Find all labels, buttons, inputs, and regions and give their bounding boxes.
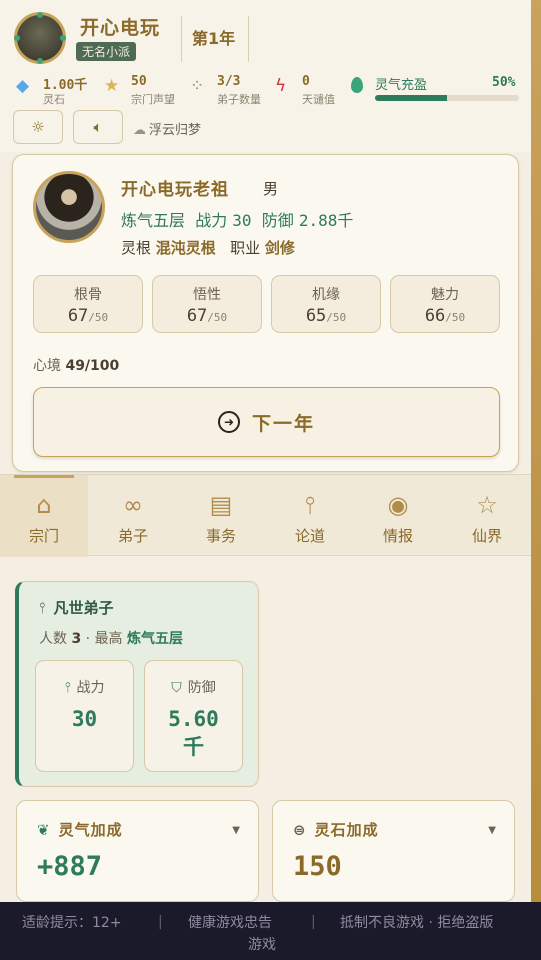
caret-down-icon: ▼ (488, 825, 496, 836)
temple-icon: ⌂ (36, 491, 52, 519)
next-year-button[interactable]: ➜ 下一年 (33, 387, 500, 457)
health-notice-footer: 适龄提示：12+ | 健康游戏忠告 游戏 | 抵制不良游戏 · 拒绝盗版 (0, 902, 541, 960)
disciples-summary: 人数 3 · 最高 炼气五层 (39, 631, 184, 647)
mortal-disciples-panel[interactable]: ⫯ 凡世弟子 人数 3 · 最高 炼气五层 ⫯ 战力 30 ⛉ 防御 5.60 千 (15, 581, 259, 787)
health-notice-text: 健康游戏忠告 (188, 915, 272, 931)
brightness-button[interactable]: ☼ (13, 110, 63, 144)
music-track[interactable]: ☁ 浮云归梦 (133, 119, 201, 138)
anti-piracy-text: 抵制不良游戏 · 拒绝盗版 (340, 915, 494, 931)
star-icon: ★ (104, 76, 120, 96)
gem-icon: ◆ (16, 76, 30, 96)
tab-immortal-realm[interactable]: ☆ 仙界 (443, 475, 531, 557)
stone-bonus-value: 150 (293, 851, 342, 882)
sect-header: 开心电玩 无名小派 第1年 ◆ 1.00千 灵石 ★ 50 宗门声望 ⁘ 3/3… (0, 0, 531, 152)
mood-value: 心境 49/100 (33, 358, 120, 374)
sect-rank-badge: 无名小派 (76, 42, 137, 61)
speaker-icon: 🔈︎ (93, 118, 103, 136)
disciples-defense-box: ⛉ 防御 5.60 千 (144, 660, 243, 772)
caret-down-icon: ▼ (232, 825, 240, 836)
founder-gender: 男 (263, 180, 279, 198)
aura-label: 灵气充盈 (375, 78, 428, 93)
disciples-power-box: ⫯ 战力 30 (35, 660, 134, 772)
sword-icon: ⫯ (304, 491, 316, 519)
sect-name: 开心电玩 (80, 17, 161, 39)
attr-fortune: 机缘 65/50 (271, 275, 381, 333)
sun-icon: ☼ (31, 118, 45, 136)
leaf-icon: ❦ (37, 821, 51, 839)
founder-realm-line: 炼气五层 战力 30 防御 2.88千 (121, 211, 354, 230)
people-icon: ⁘ (190, 76, 205, 96)
aura-percent: 50% (492, 75, 516, 90)
founder-name: 开心电玩老祖 (121, 180, 229, 200)
sword-icon: ⫯ (64, 680, 71, 696)
tab-affairs[interactable]: ▤ 事务 (177, 475, 265, 557)
founder-root-line: 灵根 混沌灵根 职业 剑修 (121, 239, 295, 257)
lightning-icon: ϟ (275, 76, 287, 96)
attr-bone: 根骨 67/50 (33, 275, 143, 333)
year-label: 第1年 (192, 29, 236, 48)
aura-bonus-card[interactable]: ❦ 灵气加成 ▼ +887 (16, 800, 259, 902)
aura-bonus-value: +887 (37, 851, 103, 882)
shield-icon: ⛉ (171, 680, 182, 696)
sword-icon: ⫯ (39, 599, 46, 617)
coin-icon: ⊜ (293, 821, 307, 839)
disciples-title: ⫯ 凡世弟子 (39, 599, 114, 617)
stone-bonus-card[interactable]: ⊜ 灵石加成 ▼ 150 (272, 800, 515, 902)
attr-comprehension: 悟性 67/50 (152, 275, 262, 333)
scroll-icon: ▤ (209, 491, 233, 519)
arrow-right-circle-icon: ➜ (217, 411, 240, 433)
attr-charm: 魅力 66/50 (390, 275, 500, 333)
eye-icon: ◉ (387, 491, 409, 519)
scroll-rail (531, 0, 541, 960)
star-outline-icon: ☆ (476, 491, 498, 519)
aura-drop-icon (351, 77, 363, 93)
tab-sect[interactable]: ⌂ 宗门 (0, 475, 88, 557)
founder-profile-card: 开心电玩老祖 男 炼气五层 战力 30 防御 2.88千 灵根 混沌灵根 职业 … (12, 154, 519, 472)
tab-disciples[interactable]: ∞ 弟子 (89, 475, 177, 557)
sect-avatar[interactable] (14, 12, 66, 64)
founder-portrait[interactable] (33, 171, 105, 243)
age-rating: 适龄提示：12+ (22, 915, 122, 931)
disciples-icon: ∞ (123, 491, 143, 519)
aura-progress-bar (375, 95, 519, 101)
cloud-icon: ☁ (133, 123, 146, 138)
tab-debate[interactable]: ⫯ 论道 (266, 475, 354, 557)
main-nav: ⌂ 宗门 ∞ 弟子 ▤ 事务 ⫯ 论道 ◉ 情报 ☆ 仙界 (0, 474, 531, 557)
tab-intel[interactable]: ◉ 情报 (354, 475, 442, 557)
sound-button[interactable]: 🔈︎ (73, 110, 123, 144)
